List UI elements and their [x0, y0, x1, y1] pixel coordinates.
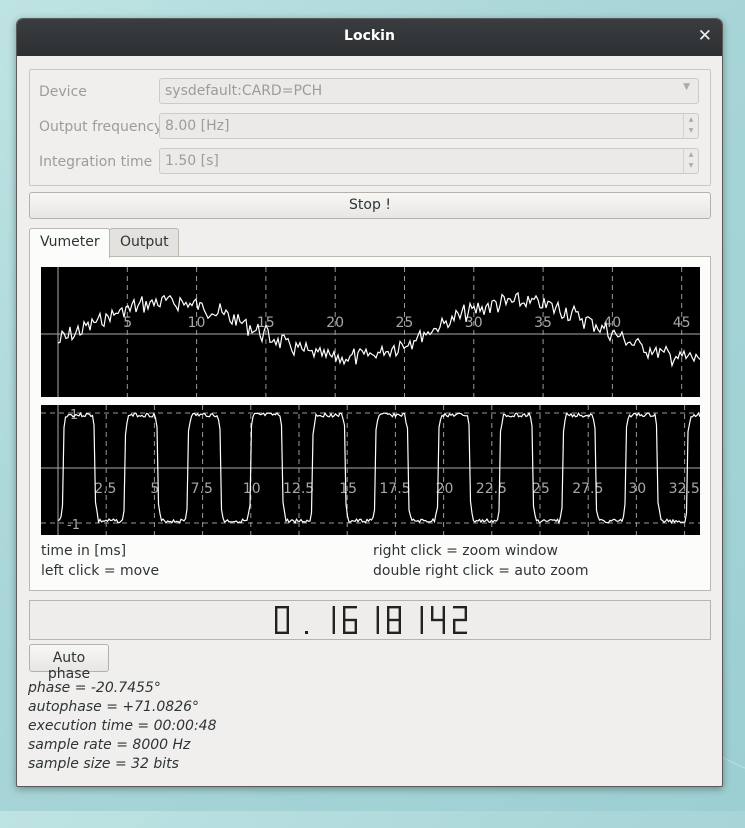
title-bar[interactable]: Lockin ✕: [17, 19, 722, 56]
device-value: sysdefault:CARD=PCH: [165, 83, 323, 99]
tick-label: 25: [532, 481, 550, 497]
left-click-hint: left click = move: [41, 563, 160, 579]
window-title: Lockin: [344, 28, 395, 44]
tick-label: 15: [339, 481, 357, 497]
output-frequency-value: 8.00 [Hz]: [165, 118, 230, 134]
tab-output[interactable]: Output: [109, 228, 179, 257]
tick-label: 12.5: [283, 481, 314, 497]
spin-arrows-icon[interactable]: ▲ ▼: [683, 149, 698, 173]
lcd-segment: [387, 606, 390, 620]
integration-time-label: Integration time: [39, 154, 153, 170]
lcd-segment: [420, 620, 423, 634]
output-frequency-spin[interactable]: 8.00 [Hz] ▲ ▼: [159, 113, 699, 139]
lcd-segment: [376, 620, 379, 634]
tab-vumeter[interactable]: Vumeter: [29, 228, 110, 258]
tick-label: 17.5: [379, 481, 410, 497]
tick-label: 10: [188, 315, 206, 331]
lcd-segment: [453, 631, 467, 634]
lcd-segment: [398, 606, 401, 620]
lcd-segment: [275, 606, 278, 620]
lcd-segment: [442, 620, 445, 634]
double-right-click-hint: double right click = auto zoom: [373, 563, 589, 579]
right-click-hint: right click = zoom window: [373, 543, 558, 559]
lcd-segment: [343, 606, 346, 620]
tick-label: 5: [123, 315, 132, 331]
lcd-segment: [431, 606, 434, 620]
integration-time-spin[interactable]: 1.50 [s] ▲ ▼: [159, 148, 699, 174]
output-frequency-label: Output frequency: [39, 119, 163, 135]
tick-label: 15: [257, 315, 275, 331]
input-scope-plot: 5 10 15 20 25 30 35 40 45: [41, 267, 701, 397]
sample-size-text: sample size = 32 bits: [28, 756, 179, 772]
spin-arrows-icon[interactable]: ▲ ▼: [683, 114, 698, 138]
tick-label: 32.5: [669, 481, 700, 497]
lcd-segment: [286, 606, 289, 620]
lcd-value: [275, 606, 467, 634]
tick-label: 22.5: [476, 481, 507, 497]
tick-label: 2.5: [94, 481, 116, 497]
sample-rate-text: sample rate = 8000 Hz: [28, 737, 191, 753]
device-combo[interactable]: sysdefault:CARD=PCH ▼: [159, 78, 699, 104]
autophase-text: autophase = +71.0826°: [28, 699, 200, 715]
device-label: Device: [39, 84, 87, 100]
lcd-segment: [387, 620, 390, 634]
lcd-segment: [332, 606, 335, 620]
stop-button[interactable]: Stop !: [29, 192, 711, 219]
lcd-display: [29, 600, 711, 640]
tick-label: 45: [673, 315, 691, 331]
lcd-segment: [420, 606, 423, 620]
phase-text: phase = -20.7455°: [28, 680, 161, 696]
chevron-down-icon: ▼: [683, 82, 690, 92]
tick-label: 7.5: [191, 481, 213, 497]
tick-label: 30: [628, 481, 646, 497]
tick-label: 35: [534, 315, 552, 331]
time-unit-text: time in [ms]: [41, 543, 127, 559]
tick-label: 25: [396, 315, 414, 331]
y-bottom-label: -1: [67, 518, 80, 533]
tick-label: 20: [326, 315, 344, 331]
lcd-segment: [354, 620, 357, 634]
vumeter-panel: 5 10 15 20 25 30 35 40 45 1 -1 2.5 5 7.5 10 12.5 15 17.5…: [29, 256, 711, 591]
tick-label: 27.5: [572, 481, 603, 497]
output-scope-plot: 1-12.5 5 7.5 10 12.5 15 17.5 20 22.5 25 27.5 30 32.5: [41, 405, 701, 535]
lcd-segment: [442, 606, 445, 620]
lcd-segment: [387, 618, 401, 622]
lcd-decimal-point: [305, 631, 308, 634]
lcd-segment: [464, 606, 467, 620]
lcd-segment: [376, 606, 379, 620]
input-scope[interactable]: 5 10 15 20 25 30 35 40 45: [41, 267, 701, 397]
execution-time-text: execution time = 00:00:48: [28, 718, 217, 734]
settings-frame: Device sysdefault:CARD=PCH ▼ Output freq…: [29, 69, 711, 186]
lockin-window: Lockin ✕ Device sysdefault:CARD=PCH ▼ Ou…: [16, 18, 723, 787]
lcd-segment: [332, 620, 335, 634]
close-icon[interactable]: ✕: [698, 26, 712, 46]
tick-label: 10: [243, 481, 261, 497]
lcd-segment: [275, 620, 278, 634]
integration-time-value: 1.50 [s]: [165, 153, 219, 169]
output-scope[interactable]: 1 -1 2.5 5 7.5 10 12.5 15 17.5 20 22.5 25 27.5 30 32.5: [41, 405, 701, 535]
auto-phase-button[interactable]: Auto phase: [29, 644, 109, 682]
